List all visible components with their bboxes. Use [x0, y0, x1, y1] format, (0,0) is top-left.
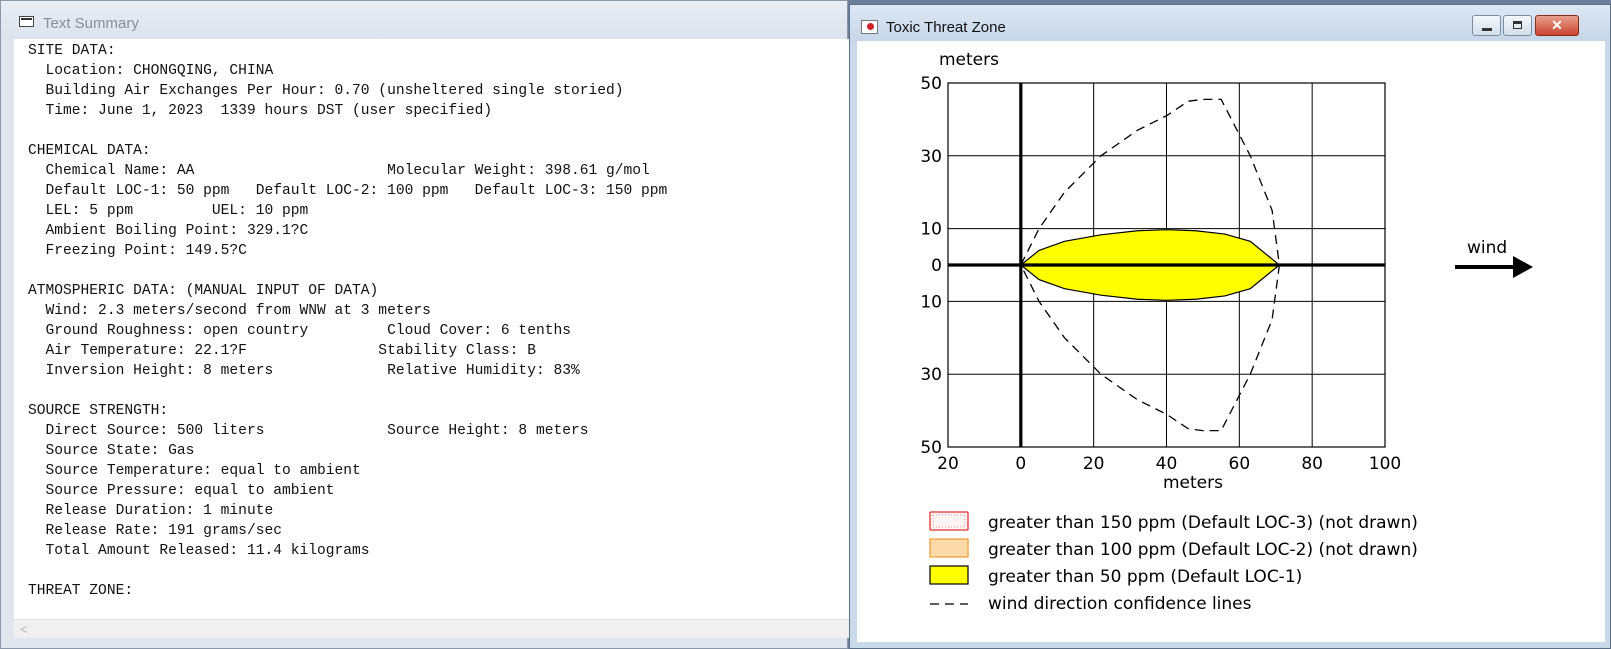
- window-icon: [19, 16, 34, 27]
- threat-zone-plot-area: 20 0 20 40 60 80 100 50 30 10 0 10 30 50 meters meter…: [857, 41, 1605, 642]
- legend-label: greater than 50 ppm (Default LOC-1): [988, 567, 1302, 587]
- legend-label: greater than 100 ppm (Default LOC-2) (no…: [988, 540, 1418, 560]
- threat-window-title: Toxic Threat Zone: [886, 19, 1006, 36]
- wind-arrow-icon: [1513, 256, 1533, 278]
- maximize-icon: [1513, 21, 1522, 29]
- y-tick-label: 10: [920, 292, 942, 312]
- close-button[interactable]: ✕: [1535, 15, 1579, 36]
- threat-title-bar[interactable]: Toxic Threat Zone ✕: [850, 5, 1610, 41]
- legend-label: wind direction confidence lines: [988, 594, 1252, 614]
- y-tick-label: 30: [920, 365, 942, 385]
- minimize-icon: [1482, 28, 1492, 31]
- summary-title-bar[interactable]: Text Summary: [1, 1, 847, 39]
- legend-swatch-loc1: [929, 565, 969, 585]
- x-axis-label: meters: [1163, 473, 1223, 493]
- legend-swatch-loc2: [929, 538, 969, 558]
- x-tick-label: 100: [1369, 454, 1401, 474]
- legend-label: greater than 150 ppm (Default LOC-3) (no…: [988, 513, 1418, 533]
- horizontal-scrollbar[interactable]: <: [14, 619, 849, 638]
- summary-window-title: Text Summary: [43, 15, 139, 32]
- y-tick-label: 50: [920, 438, 942, 458]
- y-axis-label: meters: [939, 50, 999, 70]
- close-icon: ✕: [1551, 17, 1563, 33]
- summary-text-area[interactable]: SITE DATA: Location: CHONGQING, CHINA Bu…: [14, 39, 849, 619]
- x-tick-label: 40: [1156, 454, 1178, 474]
- y-tick-label: 50: [920, 74, 942, 94]
- wind-label: wind: [1467, 238, 1507, 258]
- minimize-button[interactable]: [1472, 15, 1501, 36]
- x-tick-label: 0: [1015, 454, 1026, 474]
- y-tick-label: 10: [920, 220, 942, 240]
- x-tick-label: 60: [1229, 454, 1251, 474]
- text-summary-window[interactable]: Text Summary SITE DATA: Location: CHONGQ…: [0, 0, 849, 649]
- summary-text: SITE DATA: Location: CHONGQING, CHINA Bu…: [28, 43, 668, 599]
- x-tick-label: 20: [1083, 454, 1105, 474]
- y-tick-label: 30: [920, 147, 942, 167]
- y-tick-label: 0: [931, 256, 942, 276]
- toxic-threat-zone-window[interactable]: Toxic Threat Zone ✕ 20 0 20 40 60 80 100 50 30 10…: [849, 4, 1611, 649]
- maximize-button[interactable]: [1503, 15, 1532, 36]
- scroll-left-arrow-icon[interactable]: <: [20, 621, 28, 637]
- wind-indicator: wind: [1455, 238, 1533, 278]
- threat-zone-chart: 20 0 20 40 60 80 1005030100103050 meters meter…: [920, 50, 1533, 614]
- legend: greater than 150 ppm (Default LOC-3) (no…: [929, 511, 1418, 614]
- window-icon: [861, 20, 878, 34]
- x-tick-label: 80: [1301, 454, 1323, 474]
